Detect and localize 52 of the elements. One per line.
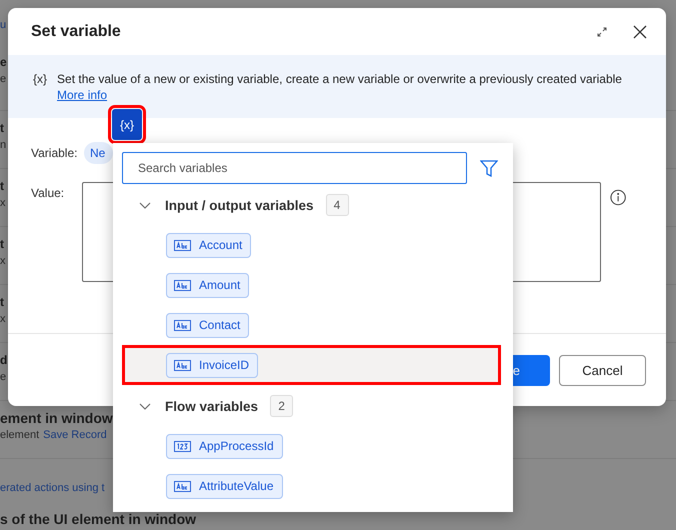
- variable-row[interactable]: InvoiceID: [122, 345, 501, 385]
- filter-icon[interactable]: [480, 160, 498, 176]
- variable-chip[interactable]: Ne: [84, 142, 114, 164]
- action-title: t: [0, 236, 4, 253]
- insert-variable-button[interactable]: {x}: [112, 109, 142, 140]
- group-title: Flow variables: [165, 398, 258, 414]
- action-title: e: [0, 54, 7, 71]
- variable-row[interactable]: AttributeValue: [122, 466, 501, 506]
- action-title: d: [0, 352, 8, 369]
- cancel-button[interactable]: Cancel: [559, 354, 646, 386]
- variable-chip[interactable]: AttributeValue: [166, 474, 282, 498]
- action-subtitle: e: [0, 370, 6, 385]
- action-title: t: [0, 120, 4, 137]
- text-type-icon: [174, 360, 191, 370]
- text-type-icon: [174, 480, 191, 492]
- variable-chip[interactable]: Account: [166, 232, 252, 258]
- variable-chip[interactable]: InvoiceID: [166, 352, 258, 378]
- text-type-icon: [174, 320, 191, 330]
- count-badge: 4: [326, 194, 349, 216]
- variable-chip[interactable]: AppProcessId: [166, 434, 283, 458]
- action-title: t: [0, 294, 4, 311]
- variable-row[interactable]: AppProcessId: [122, 426, 501, 466]
- action-subtitle: n: [0, 138, 6, 153]
- action-subtitle: element: [0, 428, 40, 443]
- variable-row[interactable]: Contact: [122, 305, 501, 345]
- group-title: Input / output variables: [165, 198, 314, 212]
- action-title: ement in window: [0, 409, 113, 427]
- variable-label: Variable:: [31, 145, 78, 162]
- number-type-icon: [174, 440, 191, 452]
- text-type-icon: [174, 280, 191, 290]
- variable-row[interactable]: Amount: [122, 265, 501, 305]
- dialog-title: Set variable: [31, 22, 122, 40]
- action-subtitle: x: [0, 312, 6, 327]
- variable-chip[interactable]: Amount: [166, 272, 250, 298]
- search-field[interactable]: Search variables: [122, 152, 467, 184]
- variable-chip[interactable]: Contact: [166, 312, 250, 338]
- action-title: t: [0, 178, 4, 195]
- more-info-link[interactable]: More info: [57, 87, 108, 103]
- action-subtitle: e: [0, 72, 6, 87]
- link[interactable]: u: [0, 17, 6, 33]
- element-link[interactable]: Save Record: [43, 427, 107, 443]
- description: Set the value of a new or existing variable, create a new variable or overwrite a previously created variable: [57, 71, 622, 87]
- text-type-icon: [174, 240, 191, 250]
- count-badge: 2: [270, 395, 294, 417]
- variable-row[interactable]: Account: [122, 225, 501, 265]
- action-subtitle: x: [0, 254, 6, 269]
- section-title: s of the UI element in window: [0, 511, 196, 527]
- variable-icon: {x}: [33, 71, 48, 118]
- value-label: Value:: [31, 185, 66, 202]
- link[interactable]: erated actions using t: [0, 479, 105, 497]
- action-subtitle: x: [0, 196, 6, 211]
- info-icon[interactable]: [610, 189, 626, 206]
